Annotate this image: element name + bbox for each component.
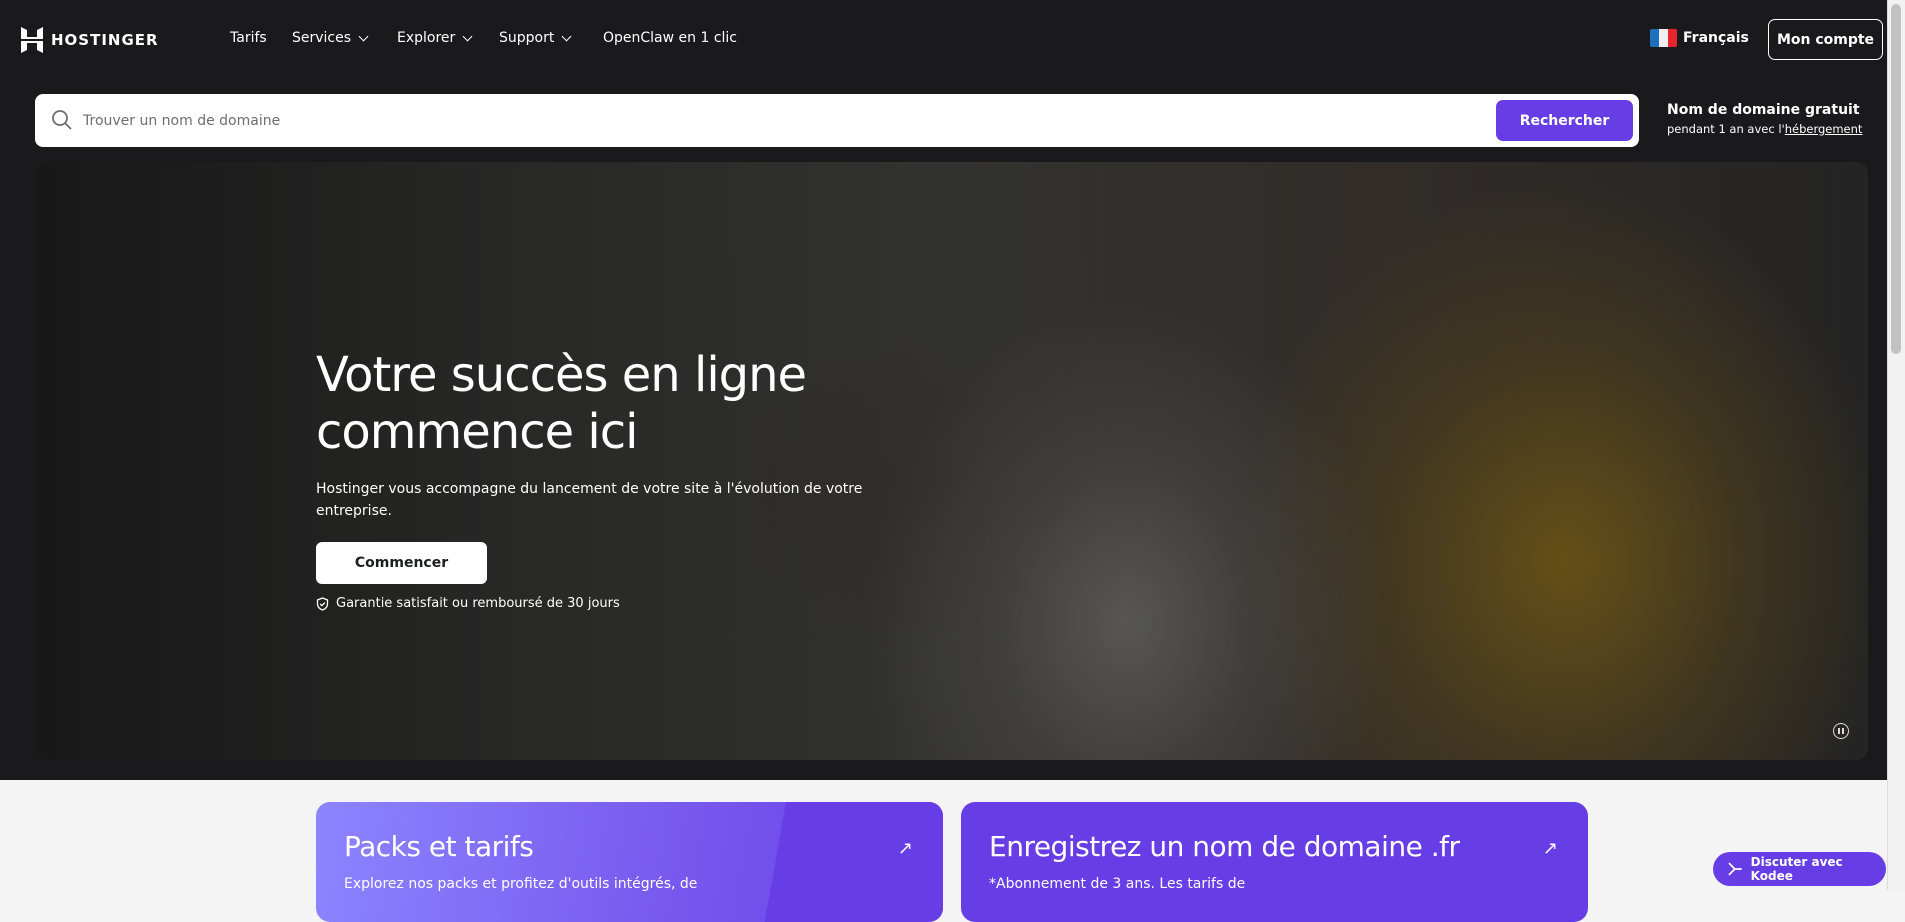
guarantee: Garantie satisfait ou remboursé de 30 jo… (316, 596, 620, 611)
nav-label: Explorer (397, 30, 456, 46)
domain-search-input[interactable] (83, 94, 1483, 147)
promo-text: pendant 1 an avec l' (1667, 122, 1785, 136)
guarantee-text: Garantie satisfait ou remboursé de 30 jo… (336, 596, 620, 611)
start-button[interactable]: Commencer (316, 542, 487, 584)
nav-label: Support (499, 30, 555, 46)
brand-name: HOSTINGER (51, 31, 159, 49)
nav-support[interactable]: Support (499, 30, 572, 46)
shield-check-icon (316, 596, 329, 611)
account-button[interactable]: Mon compte (1768, 19, 1883, 60)
hostinger-logo[interactable]: HOSTINGER (21, 27, 159, 53)
chevron-down-icon (561, 31, 572, 41)
card-title: Enregistrez un nom de domaine .fr (989, 830, 1460, 863)
nav-label: Tarifs (230, 30, 267, 46)
language-label: Français (1683, 30, 1749, 46)
nav-label: Services (292, 30, 352, 46)
hero-banner: Votre succès en ligne commence ici Hostin… (35, 162, 1868, 760)
nav-openclaw[interactable]: OpenClaw en 1 clic (603, 30, 737, 46)
card-title: Packs et tarifs (344, 830, 534, 863)
scrollbar-thumb[interactable] (1891, 4, 1901, 354)
hero-title-line: commence ici (316, 404, 638, 460)
pause-video-button[interactable] (1833, 723, 1849, 739)
arrow-up-right-icon: ↗ (1542, 838, 1558, 859)
hosting-link[interactable]: hébergement (1785, 122, 1863, 136)
packs-card[interactable]: Packs et tarifs Explorez nos packs et pr… (316, 802, 943, 922)
chat-label: Discuter avec Kodee (1750, 855, 1843, 883)
search-icon (52, 110, 72, 130)
domain-fr-card[interactable]: Enregistrez un nom de domaine .fr *Abonn… (961, 802, 1588, 922)
hero-video-background (35, 162, 1868, 760)
chat-kodee-button[interactable]: Discuter avec Kodee (1713, 852, 1886, 886)
arrow-up-right-icon: ↗ (897, 838, 913, 859)
promo-title: Nom de domaine gratuit (1667, 102, 1860, 118)
search-button[interactable]: Rechercher (1496, 100, 1633, 141)
france-flag-icon (1650, 29, 1677, 47)
hero-title: Votre succès en ligne commence ici (316, 347, 807, 461)
nav-label: OpenClaw en 1 clic (603, 30, 738, 46)
chevron-down-icon (462, 31, 473, 41)
sparkle-icon (1728, 862, 1742, 876)
nav-tarifs[interactable]: Tarifs (230, 30, 267, 46)
hero-description: Hostinger vous accompagne du lancement d… (316, 481, 863, 519)
hostinger-logo-icon (21, 27, 43, 53)
language-selector[interactable]: Français (1650, 29, 1749, 47)
hero-title-line: Votre succès en ligne (316, 347, 807, 403)
nav-services[interactable]: Services (292, 30, 369, 46)
domain-search-bar: Rechercher (35, 94, 1639, 147)
chevron-down-icon (358, 31, 369, 41)
header-section: HOSTINGER Tarifs Services Explorer Suppo… (0, 0, 1887, 780)
nav-explorer[interactable]: Explorer (397, 30, 473, 46)
free-domain-promo: Nom de domaine gratuit pendant 1 an avec… (1667, 102, 1862, 136)
